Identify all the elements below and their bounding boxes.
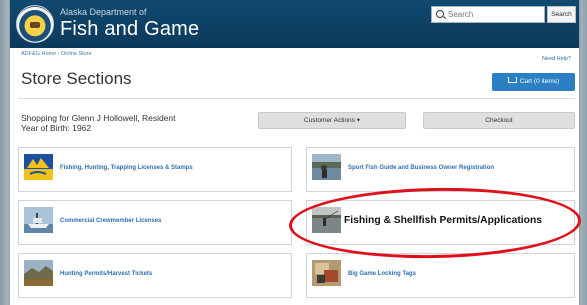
search-icon: [436, 10, 444, 18]
cart-icon: [507, 77, 517, 83]
need-help-link[interactable]: Need Help?: [542, 56, 571, 62]
section-label-licenses: Fishing, Hunting, Trapping Licenses & St…: [60, 165, 193, 171]
search-field[interactable]: [431, 6, 545, 23]
section-card-locking-tags[interactable]: Big Game Locking Tags: [306, 253, 575, 298]
section-label-hunting: Hunting Permits/Harvest Tickets: [60, 271, 153, 277]
site-header: Alaska Department of Fish and Game Searc…: [10, 0, 579, 48]
shopper-birth-year: Year of Birth: 1962: [21, 122, 92, 133]
tags-photo: [312, 260, 341, 286]
agency-title[interactable]: Fish and Game: [60, 18, 199, 41]
adfg-seal-icon[interactable]: [16, 5, 54, 43]
checkout-button[interactable]: Checkout: [423, 112, 575, 129]
section-card-licenses[interactable]: Fishing, Hunting, Trapping Licenses & St…: [18, 147, 292, 192]
section-label-crewmember: Commercial Crewmember Licenses: [60, 218, 162, 224]
section-card-hunting[interactable]: Hunting Permits/Harvest Tickets: [18, 253, 292, 298]
shopper-info: Shopping for Glenn J Hollowell, Resident…: [21, 113, 176, 133]
search-input[interactable]: [448, 8, 542, 21]
customer-actions-button[interactable]: Customer Actions ▾: [258, 112, 406, 129]
breadcrumb[interactable]: ADF&G Home › Online Store: [21, 51, 92, 57]
sport-fish-photo: [312, 154, 341, 180]
section-label-locking-tags: Big Game Locking Tags: [348, 271, 416, 277]
hunting-photo: [24, 260, 53, 286]
divider: [18, 98, 575, 99]
search-button[interactable]: Search: [547, 6, 576, 23]
store-page: Alaska Department of Fish and Game Searc…: [10, 0, 579, 305]
licenses-logo-icon: [24, 154, 53, 180]
boat-photo: [24, 207, 53, 233]
cart-label: Cart (0 items): [519, 78, 560, 85]
section-card-crewmember[interactable]: Commercial Crewmember Licenses: [18, 200, 292, 245]
cart-button[interactable]: Cart (0 items): [492, 73, 575, 91]
agency-subtitle: Alaska Department of: [60, 7, 147, 17]
page-title: Store Sections: [21, 69, 132, 88]
section-card-sport-fish[interactable]: Sport Fish Guide and Business Owner Regi…: [306, 147, 575, 192]
section-label-sport-fish: Sport Fish Guide and Business Owner Regi…: [348, 165, 495, 171]
